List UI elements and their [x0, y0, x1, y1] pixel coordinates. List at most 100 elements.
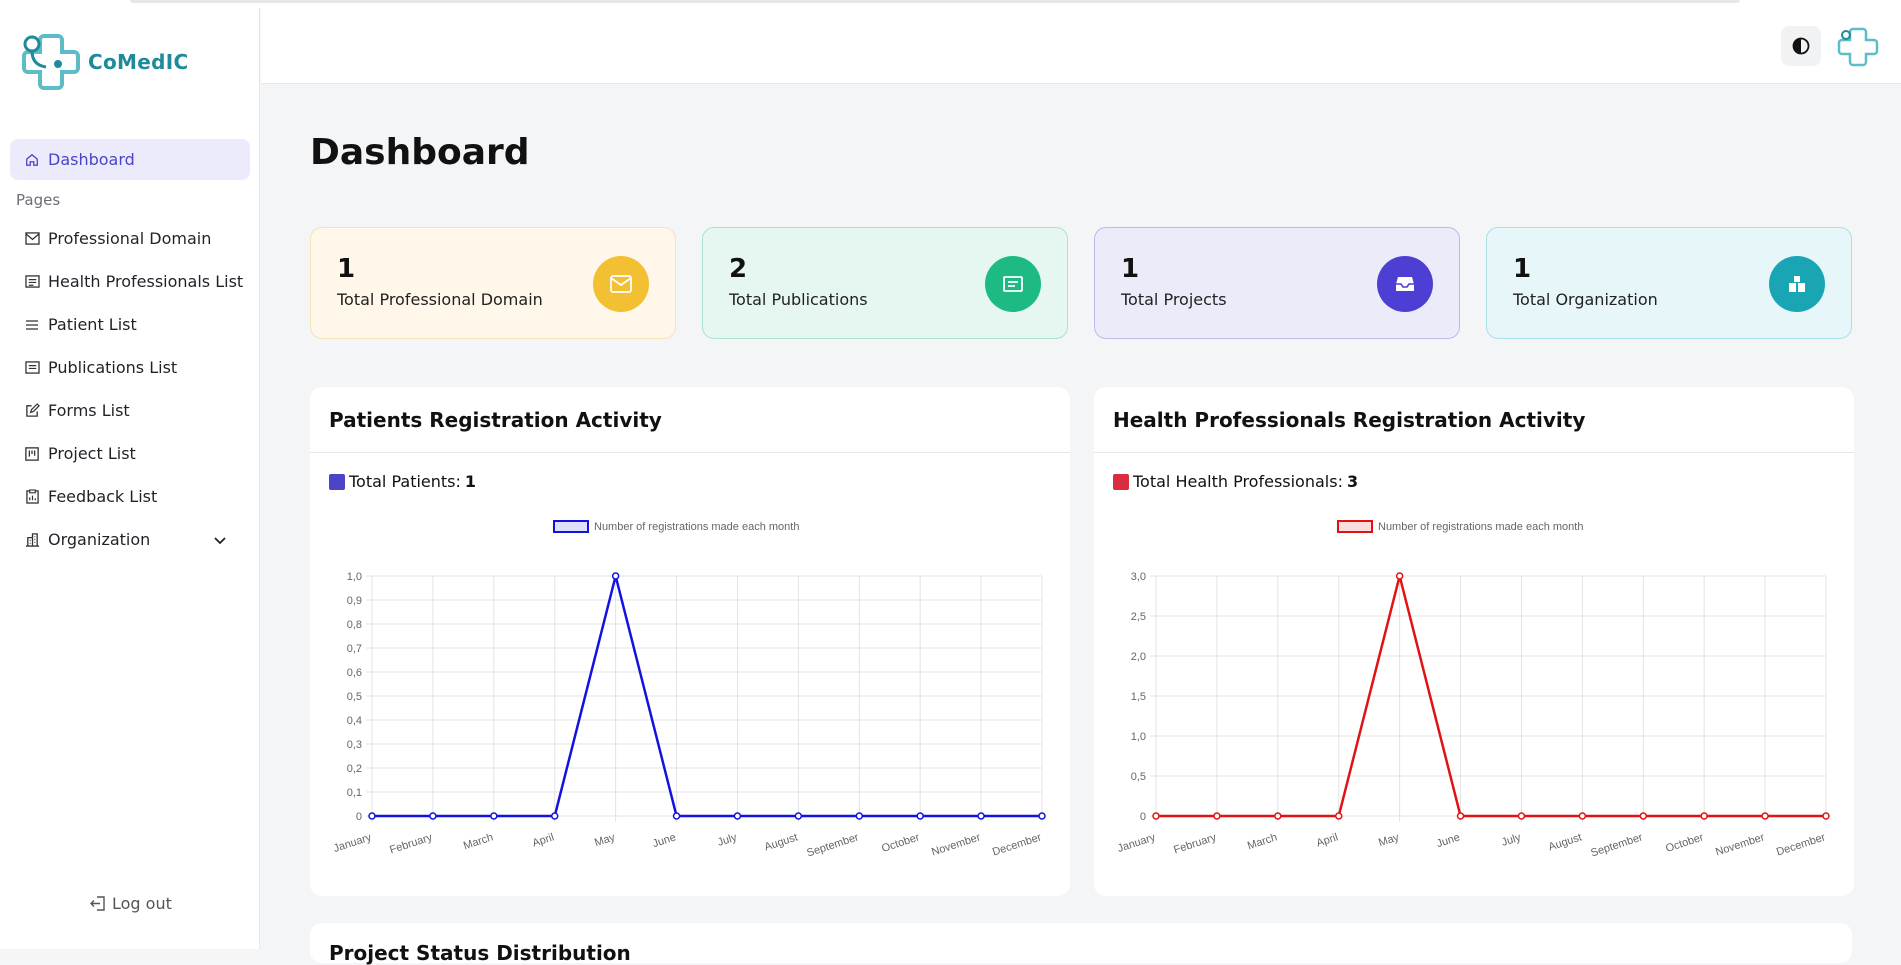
legend-swatch: [1337, 520, 1373, 533]
stat-card-organization[interactable]: 1 Total Organization: [1486, 227, 1852, 339]
x-tick-label: August: [1547, 831, 1583, 853]
data-point: [1152, 812, 1160, 820]
kanban-icon: [24, 446, 40, 462]
x-tick-label: November: [930, 831, 982, 858]
y-tick-label: 0: [1140, 811, 1146, 823]
x-tick-label: February: [1172, 831, 1218, 856]
stat-card-projects[interactable]: 1 Total Projects: [1094, 227, 1460, 339]
x-tick-label: December: [991, 831, 1043, 858]
stat-label: Total Publications: [729, 290, 868, 309]
stat-card-publications[interactable]: 2 Total Publications: [702, 227, 1068, 339]
project-status-card: Project Status Distribution: [310, 923, 1852, 965]
sidebar-item-forms[interactable]: Forms List: [10, 390, 250, 431]
y-tick-label: 0,1: [347, 787, 362, 799]
sidebar-item-label: Professional Domain: [48, 229, 212, 248]
data-point: [368, 812, 376, 820]
stat-value: 1: [337, 254, 356, 284]
x-tick-label: January: [1116, 831, 1157, 855]
legend-swatch: [329, 473, 345, 490]
section-label-pages: Pages: [16, 191, 61, 209]
edit-icon: [24, 403, 40, 419]
mail-icon: [24, 231, 40, 247]
sidebar-item-professional-domain[interactable]: Professional Domain: [10, 218, 250, 259]
sidebar-item-dashboard[interactable]: Dashboard: [10, 139, 250, 180]
data-point: [550, 812, 559, 820]
theme-toggle-button[interactable]: [1781, 26, 1821, 66]
home-icon: [24, 152, 40, 168]
y-tick-label: 0,6: [347, 667, 362, 679]
logout-label: Log out: [112, 894, 172, 913]
y-tick-label: 1,5: [1131, 691, 1146, 703]
total-summary: Total Patients: 1: [329, 472, 476, 491]
data-point: [916, 812, 924, 820]
data-point: [1822, 812, 1830, 820]
card-title: Patients Registration Activity: [310, 387, 1070, 453]
sidebar: CoMedIC Dashboard Pages Professional Dom…: [0, 8, 260, 949]
sidebar-item-health-professionals[interactable]: Health Professionals List: [10, 261, 250, 302]
blocks-icon: [1769, 256, 1825, 312]
total-summary: Total Health Professionals: 3: [1113, 472, 1358, 491]
top-header: [261, 8, 1901, 84]
patients-line-chart[interactable]: Number of registrations made each month 0…: [310, 517, 1070, 887]
page-title: Dashboard: [310, 132, 530, 173]
avatar[interactable]: [1837, 25, 1879, 67]
data-point: [1761, 812, 1769, 820]
sidebar-item-projects[interactable]: Project List: [10, 433, 250, 474]
chart-legend: Number of registrations made each month: [1337, 520, 1583, 533]
y-tick-label: 0,3: [347, 739, 362, 751]
y-tick-label: 0,5: [1131, 771, 1146, 783]
legend-label: Number of registrations made each month: [1378, 521, 1583, 533]
sidebar-item-feedback[interactable]: Feedback List: [10, 476, 250, 517]
brand-logo[interactable]: CoMedIC: [18, 28, 188, 96]
comedic-logo-icon: [22, 34, 80, 90]
address-bar-edge: [130, 0, 1740, 3]
y-tick-label: 0,8: [347, 619, 362, 631]
x-tick-label: September: [805, 831, 860, 859]
mail-icon: [593, 256, 649, 312]
stat-value: 2: [729, 254, 748, 284]
x-tick-label: March: [462, 831, 495, 852]
data-point: [1274, 812, 1282, 820]
health-professionals-chart-card: Health Professionals Registration Activi…: [1094, 387, 1854, 896]
data-point: [672, 812, 681, 820]
chevron-down-icon[interactable]: [214, 530, 226, 549]
chart-legend: Number of registrations made each month: [553, 520, 799, 533]
data-point: [490, 812, 498, 820]
sidebar-item-label: Publications List: [48, 358, 178, 377]
x-tick-label: November: [1714, 831, 1766, 858]
stat-card-professional-domain[interactable]: 1 Total Professional Domain: [310, 227, 676, 339]
x-tick-label: August: [763, 831, 799, 853]
contrast-icon: [1792, 37, 1810, 55]
sidebar-item-publications[interactable]: Publications List: [10, 347, 250, 388]
x-tick-label: April: [531, 831, 556, 849]
y-tick-label: 0,7: [347, 643, 362, 655]
y-tick-label: 1,0: [347, 571, 362, 583]
sidebar-item-organization[interactable]: Organization: [10, 519, 250, 560]
data-point: [1456, 812, 1465, 820]
logout-button[interactable]: Log out: [90, 894, 172, 913]
sidebar-item-patient-list[interactable]: Patient List: [10, 304, 250, 345]
data-point: [429, 812, 437, 820]
sidebar-item-label: Organization: [48, 530, 151, 549]
data-point: [1334, 812, 1343, 820]
data-point: [733, 812, 742, 820]
card-title: Project Status Distribution: [329, 941, 631, 965]
total-value: 3: [1346, 472, 1359, 491]
data-point: [977, 812, 985, 820]
data-point: [1395, 572, 1404, 580]
sidebar-item-label: Patient List: [48, 315, 137, 334]
total-label: Total Patients:: [349, 472, 461, 491]
x-tick-label: May: [593, 831, 617, 849]
browser-top-strip: [0, 0, 1901, 8]
data-point: [794, 812, 803, 820]
x-tick-label: July: [1500, 831, 1523, 849]
y-tick-label: 3,0: [1131, 571, 1146, 583]
data-point: [1517, 812, 1526, 820]
building-icon: [24, 532, 40, 548]
health-professionals-line-chart[interactable]: Number of registrations made each month 0…: [1094, 517, 1854, 887]
list-icon: [24, 274, 40, 290]
menu-icon: [24, 317, 40, 333]
y-tick-label: 2,0: [1131, 651, 1146, 663]
total-label: Total Health Professionals:: [1133, 472, 1343, 491]
x-tick-label: February: [388, 831, 434, 856]
